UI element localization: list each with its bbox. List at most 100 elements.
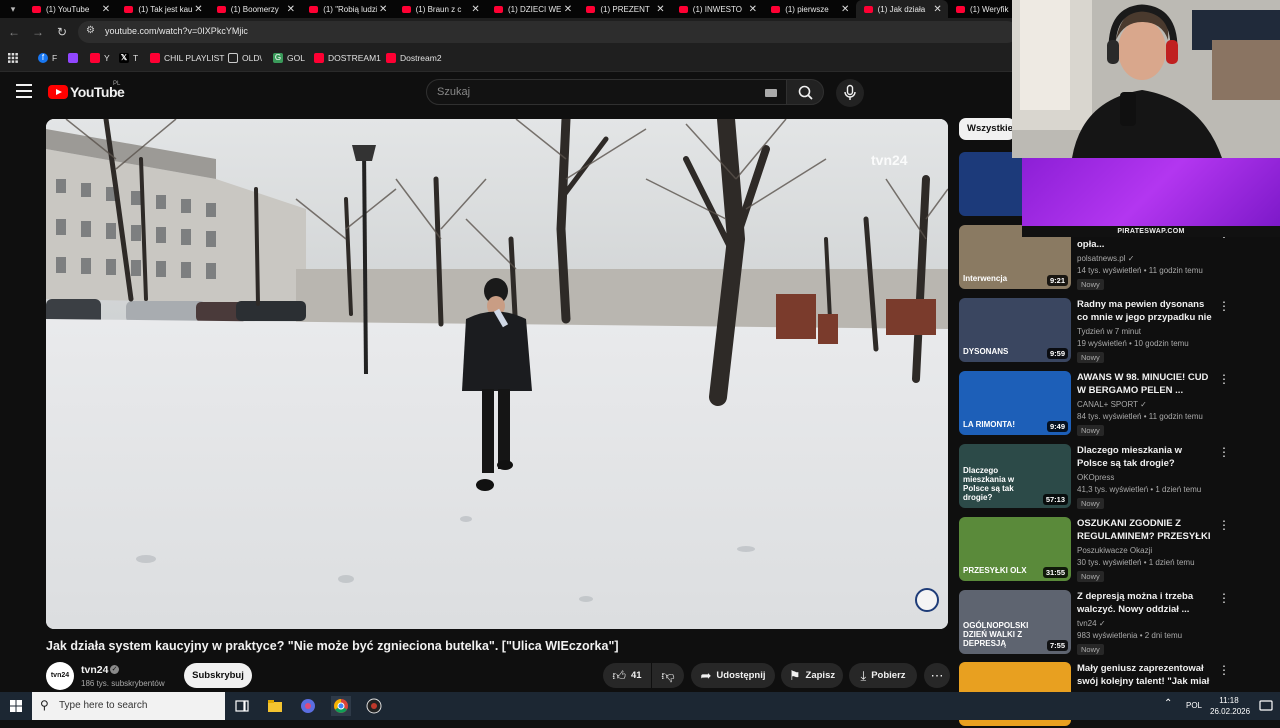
subscriber-count: 186 tys. subskrybentów	[81, 679, 165, 688]
video-thumbnail[interactable]: DYSONANS 9:59	[959, 298, 1071, 362]
keyboard-icon[interactable]	[765, 89, 777, 97]
voice-search-button[interactable]	[836, 79, 864, 107]
browser-tab[interactable]: (1) Boomerzy ✕	[209, 0, 301, 18]
recommended-channel-name[interactable]: polsatnews.pl ✓	[1077, 254, 1134, 263]
reload-icon[interactable]: ↻	[54, 24, 70, 40]
recommended-video-title[interactable]: Mały geniusz zaprezentował swój kolejny …	[1077, 662, 1213, 688]
bookmark-dostream1[interactable]: DOSTREAM1	[314, 53, 381, 63]
browser-tab[interactable]: (1) YouTube ✕	[24, 0, 116, 18]
bookmark-icon: ⚑	[788, 667, 801, 683]
close-tab-icon[interactable]: ✕	[192, 4, 204, 15]
recommended-video-title[interactable]: OSZUKANI ZGODNIE Z REGULAMINEM? PRZESYŁK…	[1077, 517, 1213, 543]
url-text[interactable]: youtube.com/watch?v=0IXPkcYMjic	[105, 26, 248, 36]
recommended-video-title[interactable]: AWANS W 98. MINUCIE! CUD W BERGAMO PELEN…	[1077, 371, 1213, 397]
close-tab-icon[interactable]: ✕	[100, 4, 112, 15]
menu-icon[interactable]	[16, 84, 32, 98]
video-thumbnail[interactable]: OGÓLNOPOLSKI DZIEŃ WALKI Z DEPRESJĄ 7:55	[959, 590, 1071, 654]
recommended-video-title[interactable]: Radny ma pewien dysonans co mnie w jego …	[1077, 298, 1213, 324]
bookmark-x[interactable]: 𝕏T	[119, 53, 138, 63]
browser-tab[interactable]: (1) Tak jest kaucja✕	[116, 0, 208, 18]
browser-tab[interactable]: (1) pierwsze ✕	[763, 0, 855, 18]
share-button[interactable]: ➦ Udostępnij	[691, 663, 775, 688]
address-bar[interactable]: ⚙ youtube.com/watch?v=0IXPkcYMjic	[78, 21, 1018, 43]
like-button[interactable]: 👍︎ 41	[603, 663, 651, 688]
recommended-video[interactable]: OGÓLNOPOLSKI DZIEŃ WALKI Z DEPRESJĄ 7:55 Z…	[959, 590, 1230, 656]
youtube-logo[interactable]: YouTube PL	[48, 81, 125, 100]
save-button[interactable]: ⚑ Zapisz	[781, 663, 843, 688]
browser-tab[interactable]: (1) Jak działa ✕	[855, 0, 948, 18]
taskbar-search-box[interactable]: ⚲ Type here to search	[32, 692, 225, 720]
site-info-icon[interactable]: ⚙	[86, 25, 95, 36]
close-tab-icon[interactable]: ✕	[654, 4, 666, 15]
more-vertical-icon[interactable]: ⋮	[1218, 373, 1230, 385]
recommended-video-title[interactable]: Z depresją można i trzeba walczyć. Nowy …	[1077, 590, 1213, 616]
recommended-video[interactable]: PRZESYŁKI OLX 31:55 OSZUKANI ZGODNIE Z REG…	[959, 517, 1230, 583]
recommended-video-title[interactable]: Dlaczego mieszkania w Polsce są tak drog…	[1077, 444, 1213, 470]
tab-search-icon[interactable]: ▾	[4, 0, 22, 18]
more-actions-button[interactable]: ⋯	[924, 663, 950, 688]
bookmark-folder-old[interactable]: OLD\	[228, 53, 262, 63]
bookmark-dostream2[interactable]: Dostream2	[386, 53, 442, 63]
bookmark-gol[interactable]: G GOL	[273, 53, 305, 63]
file-explorer-icon[interactable]	[265, 696, 285, 716]
filter-chip-all[interactable]: Wszystkie	[959, 118, 1015, 140]
close-tab-icon[interactable]: ✕	[932, 4, 944, 15]
close-tab-icon[interactable]: ✕	[562, 4, 574, 15]
more-vertical-icon[interactable]: ⋮	[1218, 300, 1230, 312]
notification-icon[interactable]	[1256, 696, 1276, 716]
youtube-favicon-icon	[771, 5, 781, 13]
bookmark-twitch[interactable]	[68, 53, 82, 63]
chrome-icon[interactable]	[331, 696, 351, 716]
dislike-button[interactable]: 👎︎	[652, 663, 684, 688]
app-icon[interactable]	[298, 696, 318, 716]
video-player[interactable]: tvn24	[46, 119, 948, 629]
close-tab-icon[interactable]: ✕	[377, 4, 389, 15]
forward-arrow-icon[interactable]: →	[30, 24, 46, 40]
download-button[interactable]: ⤓ Pobierz	[849, 663, 917, 688]
tab-title: (1) YouTube	[46, 4, 90, 14]
youtube-favicon-icon	[494, 5, 503, 13]
search-input[interactable]	[437, 85, 757, 99]
close-tab-icon[interactable]: ✕	[470, 4, 482, 15]
recommended-channel-name[interactable]: tvn24 ✓	[1077, 619, 1106, 628]
recommended-channel-name[interactable]: CANAL+ SPORT ✓	[1077, 400, 1147, 409]
search-box[interactable]	[426, 79, 788, 105]
recommended-channel-name[interactable]: Poszukiwacze Okazji	[1077, 546, 1152, 555]
browser-tab[interactable]: (1) INWESTO ✕	[671, 0, 763, 18]
search-button[interactable]	[786, 79, 824, 105]
close-tab-icon[interactable]: ✕	[839, 4, 851, 15]
channel-name[interactable]: tvn24	[81, 664, 108, 676]
more-vertical-icon[interactable]: ⋮	[1218, 446, 1230, 458]
task-view-icon[interactable]	[232, 696, 252, 716]
bookmark-chil-playlist[interactable]: CHIL PLAYLIST	[150, 53, 224, 63]
browser-tab[interactable]: (1) PREZENT ✕	[578, 0, 670, 18]
more-vertical-icon[interactable]: ⋮	[1218, 592, 1230, 604]
bookmark-youtube[interactable]: Y	[90, 53, 110, 63]
video-thumbnail[interactable]: PRZESYŁKI OLX 31:55	[959, 517, 1071, 581]
obs-icon[interactable]	[364, 696, 384, 716]
bookmark-facebook[interactable]: fF	[38, 53, 57, 63]
clock[interactable]: 11:18 26.02.2026	[1210, 695, 1250, 717]
video-thumbnail[interactable]: LA RIMONTA! 9:49	[959, 371, 1071, 435]
recommended-video[interactable]: LA RIMONTA! 9:49 AWANS W 98. MINUCIE! CUD …	[959, 371, 1230, 437]
recommended-video[interactable]: DYSONANS 9:59 Radny ma pewien dysonans co …	[959, 298, 1230, 364]
close-tab-icon[interactable]: ✕	[747, 4, 759, 15]
tray-overflow-icon[interactable]: ⌃	[1164, 698, 1178, 712]
apps-grid-icon[interactable]	[8, 53, 18, 63]
more-vertical-icon[interactable]: ⋮	[1218, 519, 1230, 531]
back-arrow-icon[interactable]: ←	[6, 24, 22, 40]
subscribe-button[interactable]: Subskrybuj	[184, 663, 252, 688]
language-indicator[interactable]: POL	[1186, 701, 1202, 710]
youtube-favicon-icon	[586, 5, 596, 13]
browser-tab[interactable]: (1) "Robią ludzi ✕	[301, 0, 393, 18]
more-vertical-icon[interactable]: ⋮	[1218, 664, 1230, 676]
browser-tab[interactable]: (1) DZIECI WE ✕	[486, 0, 578, 18]
close-tab-icon[interactable]: ✕	[285, 4, 297, 15]
start-button[interactable]	[0, 692, 32, 720]
recommended-video[interactable]: Dlaczego mieszkania w Polsce są tak drog…	[959, 444, 1230, 510]
video-thumbnail[interactable]: Dlaczego mieszkania w Polsce są tak drog…	[959, 444, 1071, 508]
recommended-channel-name[interactable]: Tydzień w 7 minut	[1077, 327, 1141, 336]
channel-avatar[interactable]: tvn24	[46, 662, 74, 690]
browser-tab[interactable]: (1) Braun z c ✕	[394, 0, 486, 18]
recommended-channel-name[interactable]: OKOpress	[1077, 473, 1114, 482]
